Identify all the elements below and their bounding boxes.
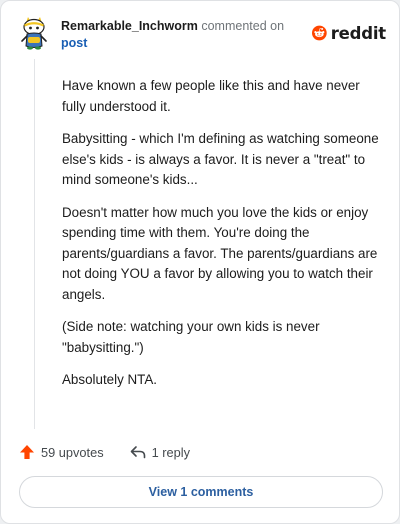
comment-actions: 59 upvotes 1 reply: [19, 442, 190, 462]
reply-count: 1 reply: [151, 444, 191, 460]
reddit-snoo-icon: [312, 25, 327, 41]
upvote-arrow-icon: [20, 445, 34, 459]
comment-paragraph: Babysitting - which I'm defining as watc…: [62, 131, 379, 187]
avatar[interactable]: [19, 17, 49, 51]
view-comments-label: View 1 comments: [148, 485, 254, 499]
view-comments-button[interactable]: View 1 comments: [19, 476, 383, 508]
reply-button[interactable]: 1 reply: [130, 445, 190, 460]
upvote-button[interactable]: 59 upvotes: [19, 444, 104, 460]
comment-paragraph: Absolutely NTA.: [62, 372, 158, 387]
snoo-avatar-icon: [21, 17, 47, 50]
username-link[interactable]: Remarkable_Inchworm: [61, 19, 198, 33]
post-link[interactable]: post: [61, 35, 291, 52]
comment-paragraph: Have known a few people like this and ha…: [62, 78, 360, 114]
comment-card: Remarkable_Inchworm commented on post re…: [0, 0, 400, 524]
comment-header: Remarkable_Inchworm commented on post: [61, 18, 291, 52]
commented-on-text: commented on: [201, 19, 285, 33]
reddit-logo[interactable]: reddit: [312, 21, 386, 45]
comment-paragraph: Doesn't matter how much you love the kid…: [62, 204, 378, 302]
thread-line[interactable]: [34, 59, 35, 429]
reddit-wordmark: reddit: [330, 23, 386, 43]
comment-body: Have known a few people like this and ha…: [62, 76, 386, 403]
upvote-count: 59 upvotes: [41, 444, 104, 460]
comment-paragraph: (Side note: watching your own kids is ne…: [62, 319, 320, 355]
reply-arrow-icon: [130, 446, 145, 459]
